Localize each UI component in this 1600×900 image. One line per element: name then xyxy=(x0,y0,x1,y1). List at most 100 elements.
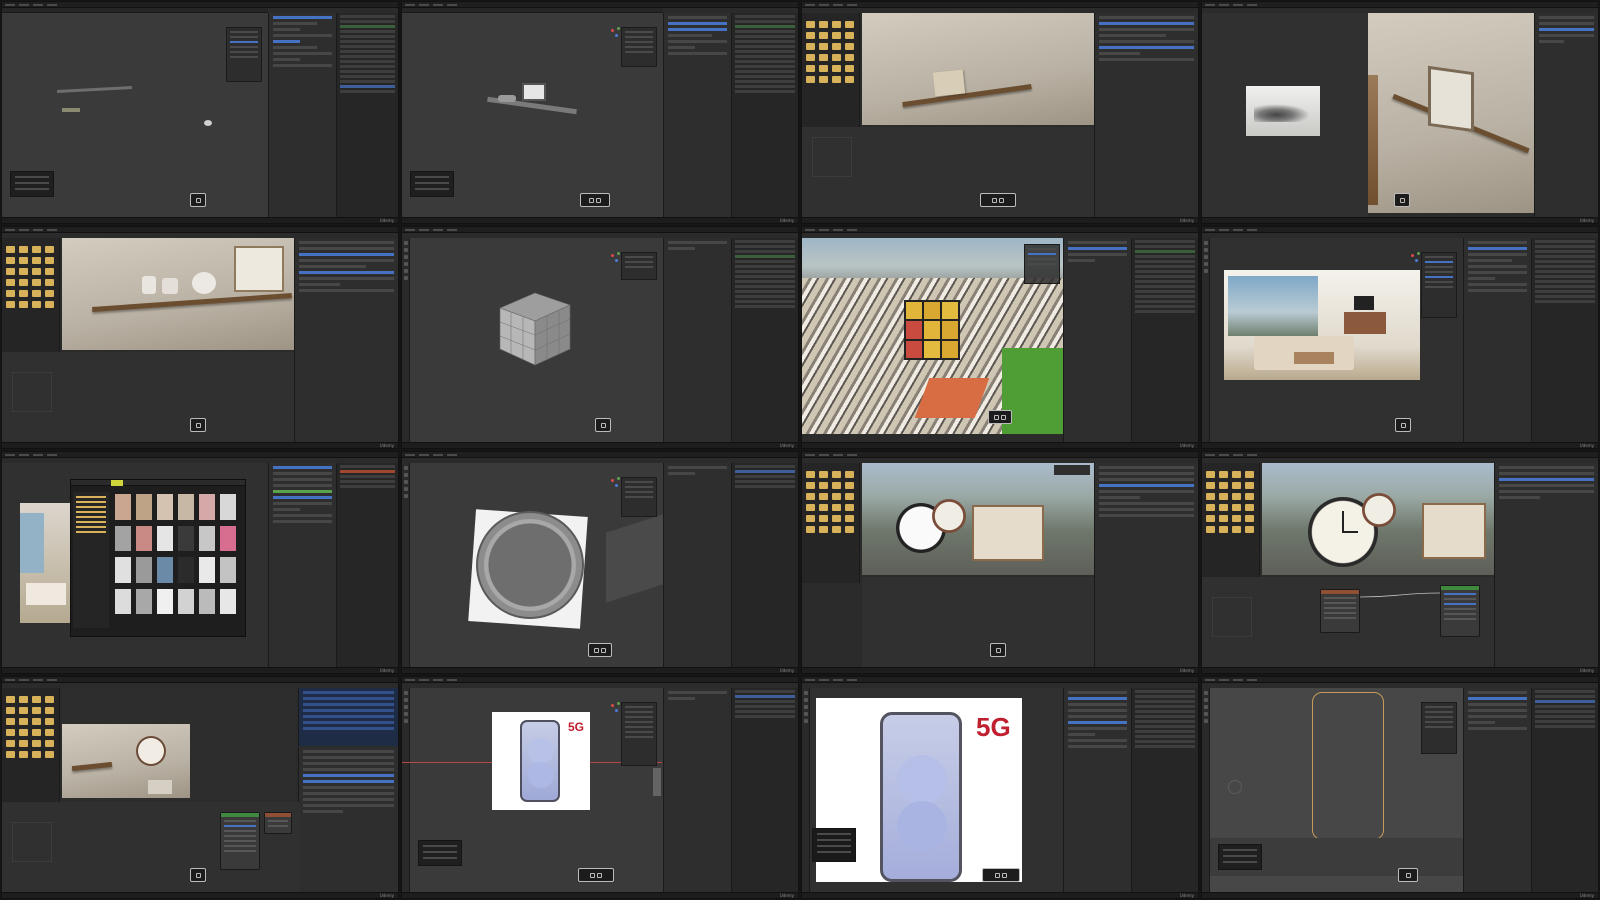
tile-phone-5g-render[interactable]: 5G Udemy xyxy=(801,676,1199,899)
render-viewport[interactable] xyxy=(62,238,296,350)
keyframe-indicator[interactable] xyxy=(595,418,611,432)
outliner-panel[interactable] xyxy=(731,688,798,892)
properties-panel[interactable] xyxy=(1463,238,1531,442)
properties-panel[interactable] xyxy=(298,747,398,892)
render-region[interactable] xyxy=(62,688,296,800)
tile-clock-nodes-render[interactable]: Udemy xyxy=(1201,451,1599,674)
tile-shelf-with-frame-viewport[interactable]: Udemy xyxy=(401,1,799,224)
tile-painting-reference-render[interactable]: Udemy xyxy=(1201,1,1599,224)
scrollbar[interactable] xyxy=(653,768,661,796)
toolbar[interactable] xyxy=(802,688,810,892)
toolbar[interactable] xyxy=(402,688,410,892)
thumbnail-grid[interactable] xyxy=(115,494,243,614)
keyframe-indicator[interactable] xyxy=(982,868,1020,882)
outliner-panel[interactable] xyxy=(1531,238,1598,442)
decor-objects[interactable] xyxy=(498,95,516,102)
lower-viewport[interactable] xyxy=(2,352,296,442)
camera-frame[interactable]: 5G xyxy=(492,712,590,810)
properties-panel[interactable] xyxy=(1063,238,1131,442)
keyframe-indicator[interactable] xyxy=(588,643,612,657)
top-menu-bar[interactable] xyxy=(1202,227,1598,233)
tile-phone-5g-camera-view[interactable]: 5G Udemy xyxy=(401,676,799,899)
sidebar-panel[interactable] xyxy=(621,252,657,280)
clock-rim-object[interactable] xyxy=(476,511,584,619)
keyframe-indicator[interactable] xyxy=(190,418,206,432)
properties-panel[interactable] xyxy=(294,238,398,442)
shelf-object[interactable] xyxy=(56,86,133,93)
ink-painting-reference[interactable] xyxy=(1246,86,1320,136)
top-menu-bar[interactable] xyxy=(1202,677,1598,683)
properties-panel[interactable] xyxy=(663,238,731,442)
operator-redo-panel[interactable] xyxy=(410,171,454,197)
toolbar[interactable] xyxy=(402,463,410,667)
sidebar-panel[interactable] xyxy=(226,27,262,82)
shader-node[interactable] xyxy=(220,812,260,870)
sidebar-panel[interactable] xyxy=(621,27,657,67)
properties-panel[interactable] xyxy=(1094,13,1198,217)
3d-viewport[interactable] xyxy=(1210,688,1464,892)
keyframe-indicator[interactable] xyxy=(1395,418,1411,432)
3d-viewport[interactable]: 5G xyxy=(810,688,1063,892)
small-objects[interactable] xyxy=(62,108,80,112)
tile-clock-base-modeling[interactable]: Udemy xyxy=(401,451,799,674)
toolbar[interactable] xyxy=(1202,688,1210,892)
sidebar-panel[interactable] xyxy=(1024,244,1060,284)
toolbar[interactable] xyxy=(402,238,410,442)
tile-clock-city-render[interactable]: Udemy xyxy=(801,451,1199,674)
outliner-panel[interactable] xyxy=(336,13,398,217)
3d-viewport[interactable] xyxy=(402,13,663,217)
lower-viewport[interactable] xyxy=(802,127,1096,217)
operator-redo-panel[interactable] xyxy=(812,828,856,862)
keyframe-indicator[interactable] xyxy=(190,193,206,207)
asset-browser[interactable] xyxy=(2,238,60,358)
tile-cube-modeling-viewport[interactable]: Udemy xyxy=(401,226,799,449)
keyframe-indicator[interactable] xyxy=(990,643,1006,657)
outliner-panel[interactable] xyxy=(731,13,798,217)
top-menu-bar[interactable] xyxy=(802,2,1198,8)
properties-panel[interactable] xyxy=(663,688,731,892)
highlight-tab[interactable] xyxy=(111,480,123,486)
sidebar-panel[interactable] xyxy=(1421,252,1457,318)
tile-clock-on-wall-render[interactable]: Udemy xyxy=(1,676,399,899)
properties-panel[interactable] xyxy=(268,463,336,667)
outliner-panel[interactable] xyxy=(1131,238,1198,442)
3d-viewport[interactable] xyxy=(1210,238,1463,442)
sidebar-panel[interactable] xyxy=(1421,702,1457,754)
properties-panel[interactable] xyxy=(663,463,731,667)
top-menu-bar[interactable] xyxy=(2,677,398,683)
asset-browser[interactable] xyxy=(802,13,860,133)
outliner-panel[interactable] xyxy=(1531,688,1598,892)
keyframe-indicator[interactable] xyxy=(1398,868,1418,882)
top-menu-bar[interactable] xyxy=(402,452,798,458)
3d-viewport[interactable] xyxy=(2,463,268,667)
properties-panel[interactable] xyxy=(1494,463,1598,667)
node-editor[interactable] xyxy=(2,802,300,892)
sidebar-panel[interactable] xyxy=(621,702,657,766)
picture-frame-object[interactable] xyxy=(522,83,546,101)
living-room-camera-view[interactable] xyxy=(1224,270,1420,380)
tile-asset-browser-room[interactable]: Udemy xyxy=(1,451,399,674)
outliner-selected[interactable] xyxy=(298,688,398,746)
properties-panel[interactable] xyxy=(1534,13,1598,217)
3d-viewport[interactable] xyxy=(2,13,268,217)
asset-browser[interactable] xyxy=(1202,463,1260,583)
sphere-object[interactable] xyxy=(204,120,212,126)
render-viewport[interactable] xyxy=(862,463,1096,575)
render-viewport[interactable] xyxy=(1262,463,1496,575)
keyframe-indicator[interactable] xyxy=(980,193,1016,207)
keyframe-indicator[interactable] xyxy=(580,193,610,207)
render-viewport[interactable] xyxy=(62,724,190,798)
asset-browser[interactable] xyxy=(802,463,860,583)
render-toolbar[interactable] xyxy=(1054,465,1090,475)
folder-tree[interactable] xyxy=(73,492,109,628)
top-menu-bar[interactable] xyxy=(2,227,398,233)
keyframe-indicator[interactable] xyxy=(578,868,614,882)
top-menu-bar[interactable] xyxy=(802,452,1198,458)
outliner-panel[interactable] xyxy=(731,463,798,667)
3d-viewport[interactable]: 5G xyxy=(402,688,663,892)
phone-wireframe[interactable] xyxy=(1312,692,1384,840)
top-menu-bar[interactable] xyxy=(802,227,1198,233)
operator-redo-panel[interactable] xyxy=(418,840,462,866)
top-menu-bar[interactable] xyxy=(802,677,1198,683)
tile-shelf-render-preview[interactable]: Udemy xyxy=(801,1,1199,224)
